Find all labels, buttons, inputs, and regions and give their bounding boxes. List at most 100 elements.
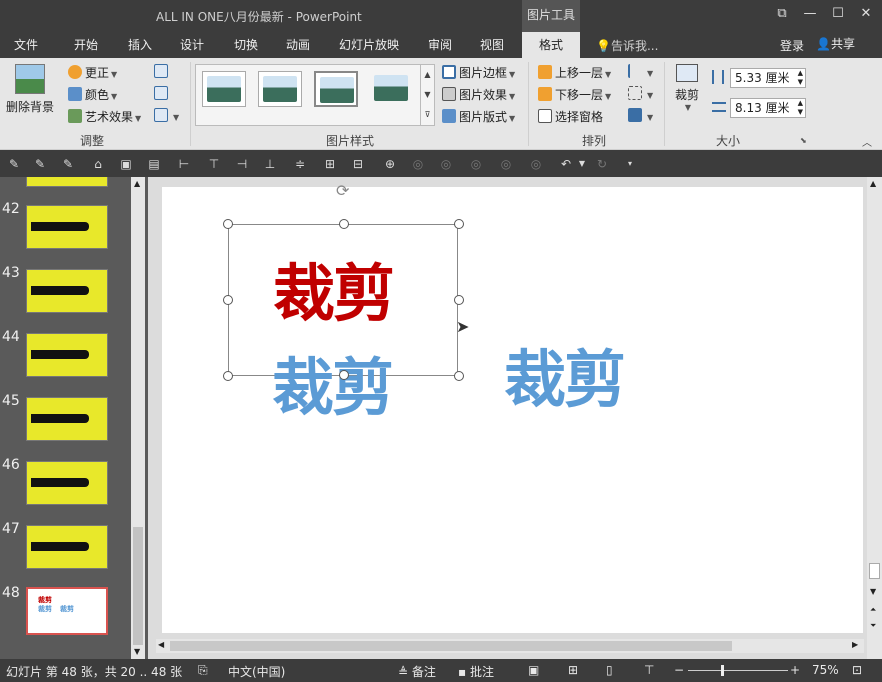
next-slide-icon[interactable]: ⏷ bbox=[870, 621, 876, 631]
share-button[interactable]: 👤共享 bbox=[816, 35, 855, 52]
collapse-ribbon-icon[interactable]: ︿ bbox=[862, 134, 872, 149]
center-icon[interactable]: ⊕ bbox=[382, 156, 398, 172]
close-button[interactable]: ✕ bbox=[854, 4, 878, 24]
resize-handle[interactable] bbox=[454, 295, 464, 305]
tab-file[interactable]: 文件 bbox=[6, 36, 46, 58]
align-left-icon[interactable]: ⊢ bbox=[176, 156, 192, 172]
tab-home[interactable]: 开始 bbox=[64, 36, 108, 58]
height-input[interactable]: 5.33 厘米 ▲ ▼ bbox=[730, 68, 806, 88]
corrections-button[interactable]: 更正 ▼ bbox=[68, 64, 117, 81]
slide-canvas[interactable]: ⟳ 裁剪 裁剪 裁剪 ➤ bbox=[162, 181, 863, 633]
zoom-out-icon[interactable]: − bbox=[674, 663, 684, 677]
language-status[interactable]: 中文(中国) bbox=[228, 663, 285, 680]
format-painter-icon[interactable]: ⌂ bbox=[90, 156, 106, 172]
undo-icon[interactable]: ↶ bbox=[558, 156, 574, 172]
fit-to-window-icon[interactable]: ⊡ bbox=[852, 663, 862, 677]
scroll-up-icon[interactable]: ▲ bbox=[870, 179, 876, 188]
rotate-button[interactable]: ▼ bbox=[628, 108, 653, 123]
customize-toolbar-icon[interactable]: ▾ bbox=[622, 156, 638, 172]
tab-animations[interactable]: 动画 bbox=[276, 36, 320, 58]
minimize-button[interactable]: — bbox=[798, 4, 822, 24]
editor-horizontal-scrollbar[interactable]: ◀ ▶ bbox=[156, 639, 864, 653]
bring-forward-button[interactable]: 上移一层 ▼ bbox=[538, 64, 611, 81]
scrollbar-thumb[interactable] bbox=[133, 527, 143, 645]
tab-review[interactable]: 审阅 bbox=[418, 36, 462, 58]
resize-handle[interactable] bbox=[454, 371, 464, 381]
tab-design[interactable]: 设计 bbox=[170, 36, 214, 58]
zoom-level[interactable]: 75% bbox=[812, 663, 839, 677]
selection-pane-button[interactable]: 选择窗格 bbox=[538, 108, 603, 125]
slide-thumbnail-selected[interactable]: 裁剪 裁剪 裁剪 bbox=[26, 587, 108, 635]
change-picture-button[interactable] bbox=[154, 86, 171, 101]
scroll-down-icon[interactable]: ▼ bbox=[870, 587, 876, 596]
ungroup-icon[interactable]: ▤ bbox=[146, 156, 162, 172]
picture-border-button[interactable]: 图片边框 ▼ bbox=[442, 64, 515, 81]
editor-vertical-scrollbar[interactable]: ▲ ▼ ⏶ ⏷ bbox=[867, 177, 882, 659]
spell-check-icon[interactable]: ⎘ bbox=[198, 663, 208, 678]
notes-button[interactable]: ≜ 备注 bbox=[398, 663, 436, 680]
zoom-slider[interactable] bbox=[688, 670, 788, 671]
picture-style-2[interactable] bbox=[258, 71, 302, 107]
picture-style-1[interactable] bbox=[202, 71, 246, 107]
spinner-icon[interactable]: ▲ ▼ bbox=[798, 69, 805, 87]
resize-handle[interactable] bbox=[339, 370, 349, 380]
scroll-up-icon[interactable]: ▲ bbox=[134, 179, 140, 188]
tab-slideshow[interactable]: 幻灯片放映 bbox=[332, 36, 406, 58]
slides-panel-scrollbar[interactable]: ▲ ▼ bbox=[131, 177, 145, 659]
group-button[interactable]: ▼ bbox=[628, 86, 653, 101]
slide-thumbnail[interactable] bbox=[26, 177, 108, 187]
rotate-handle-icon[interactable]: ⟳ bbox=[336, 181, 349, 200]
picture-layout-button[interactable]: 图片版式 ▼ bbox=[442, 108, 515, 125]
comments-button[interactable]: ▪ 批注 bbox=[458, 663, 494, 680]
send-backward-button[interactable]: 下移一层 ▼ bbox=[538, 86, 611, 103]
slide-thumbnail[interactable] bbox=[26, 269, 108, 313]
align-top-icon[interactable]: ⊤ bbox=[206, 156, 222, 172]
reset-picture-button[interactable]: ▼ bbox=[154, 108, 179, 123]
zoom-slider-knob[interactable] bbox=[721, 665, 724, 676]
ribbon-display-options-button[interactable]: ⧉ bbox=[770, 4, 794, 24]
scrollbar-thumb[interactable] bbox=[170, 641, 732, 651]
normal-view-icon[interactable]: ▣ bbox=[528, 663, 539, 677]
align-center-icon[interactable]: ≑ bbox=[292, 156, 308, 172]
resize-handle[interactable] bbox=[339, 219, 349, 229]
zoom-in-icon[interactable]: + bbox=[790, 663, 800, 677]
resize-handle[interactable] bbox=[223, 295, 233, 305]
scroll-left-icon[interactable]: ◀ bbox=[158, 640, 164, 649]
slideshow-icon[interactable]: ⊤ bbox=[644, 663, 654, 677]
slide-thumbnail[interactable] bbox=[26, 525, 108, 569]
slide-thumbnail[interactable] bbox=[26, 205, 108, 249]
resize-handle[interactable] bbox=[223, 371, 233, 381]
tell-me-search[interactable]: 💡告诉我... bbox=[596, 37, 658, 54]
tab-transitions[interactable]: 切换 bbox=[224, 36, 268, 58]
eyedropper-icon[interactable]: ✎ bbox=[32, 156, 48, 172]
slide-thumbnail[interactable] bbox=[26, 397, 108, 441]
login-link[interactable]: 登录 bbox=[780, 37, 804, 54]
compress-pictures-button[interactable] bbox=[154, 64, 171, 79]
scroll-right-icon[interactable]: ▶ bbox=[852, 640, 858, 649]
picture-style-4[interactable] bbox=[370, 71, 414, 107]
resize-handle[interactable] bbox=[223, 219, 233, 229]
slide-sorter-icon[interactable]: ⊞ bbox=[568, 663, 578, 677]
slide-thumbnail[interactable] bbox=[26, 461, 108, 505]
previous-slide-icon[interactable]: ⏶ bbox=[870, 605, 876, 615]
align-right-icon[interactable]: ⊣ bbox=[234, 156, 250, 172]
picture-style-3[interactable] bbox=[314, 71, 358, 107]
scrollbar-thumb[interactable] bbox=[869, 563, 880, 579]
tab-insert[interactable]: 插入 bbox=[118, 36, 162, 58]
slide-thumbnail[interactable] bbox=[26, 333, 108, 377]
align-bottom-icon[interactable]: ⊥ bbox=[262, 156, 278, 172]
spinner-icon[interactable]: ▲ ▼ bbox=[798, 99, 805, 117]
eyedropper-icon[interactable]: ✎ bbox=[6, 156, 22, 172]
resize-handle[interactable] bbox=[454, 219, 464, 229]
width-input[interactable]: 8.13 厘米 ▲ ▼ bbox=[730, 98, 806, 118]
crop-button[interactable]: 裁剪 ▼ bbox=[670, 62, 704, 112]
eyedropper-icon[interactable]: ✎ bbox=[60, 156, 76, 172]
distribute-icon[interactable]: ⊟ bbox=[350, 156, 366, 172]
picture-effects-button[interactable]: 图片效果 ▼ bbox=[442, 86, 515, 103]
group-objects-icon[interactable]: ▣ bbox=[118, 156, 134, 172]
scroll-down-icon[interactable]: ▼ bbox=[134, 647, 140, 656]
align-button[interactable]: ▼ bbox=[628, 64, 653, 79]
remove-background-button[interactable]: 删除背景 bbox=[6, 62, 54, 124]
tab-format[interactable]: 格式 bbox=[522, 32, 580, 58]
gallery-scroll[interactable]: ▲ ▼ ⊽ bbox=[420, 65, 434, 125]
